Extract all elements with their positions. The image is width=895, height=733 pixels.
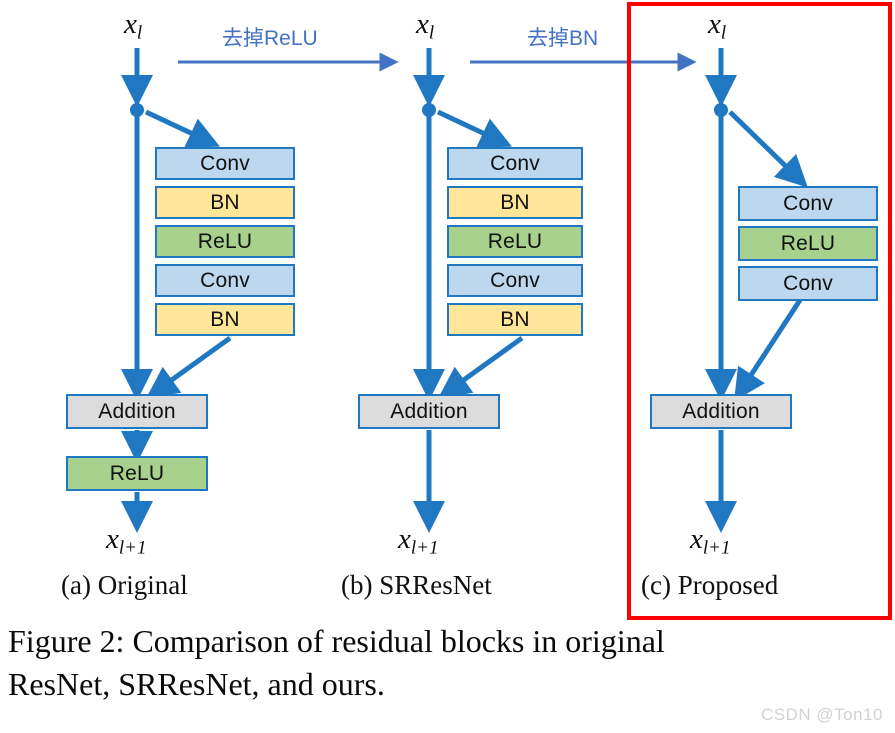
block-a-bn-1: BN: [155, 186, 295, 219]
block-b-bn-2: BN: [447, 303, 583, 336]
block-b-addition: Addition: [358, 394, 500, 429]
column-b-caption: (b) SRResNet: [341, 570, 492, 600]
block-a-conv-1: Conv: [155, 147, 295, 180]
block-b-bn-1: BN: [447, 186, 583, 219]
column-b-input-label: xl: [416, 8, 435, 44]
column-b-output-label: xl+1: [398, 523, 439, 559]
column-c-input-label: xl: [708, 8, 727, 44]
column-c-output-label: xl+1: [690, 523, 731, 559]
watermark: CSDN @Ton10: [761, 705, 883, 724]
figure-caption: Figure 2: Comparison of residual blocks …: [8, 623, 665, 702]
column-a-input-label: xl: [124, 8, 143, 44]
block-a-conv-2: Conv: [155, 264, 295, 297]
block-c-conv-1: Conv: [738, 186, 878, 221]
figure-canvas: xl Conv BN ReLU Conv BN Addition ReLU xl…: [0, 0, 895, 733]
block-b-conv-1: Conv: [447, 147, 583, 180]
column-c-caption: (c) Proposed: [641, 570, 779, 600]
block-a-relu-post: ReLU: [66, 456, 208, 491]
block-b-conv-2: Conv: [447, 264, 583, 297]
block-c-addition: Addition: [650, 394, 792, 429]
block-b-relu-1: ReLU: [447, 225, 583, 258]
block-c-conv-2: Conv: [738, 266, 878, 301]
annotation-remove-bn: 去掉BN: [527, 27, 599, 50]
block-a-addition: Addition: [66, 394, 208, 429]
block-a-relu-1: ReLU: [155, 225, 295, 258]
column-a-caption: (a) Original: [61, 570, 188, 600]
block-c-relu-1: ReLU: [738, 226, 878, 261]
column-a-output-label: xl+1: [106, 523, 147, 559]
annotation-remove-relu: 去掉ReLU: [222, 27, 318, 50]
block-a-bn-2: BN: [155, 303, 295, 336]
